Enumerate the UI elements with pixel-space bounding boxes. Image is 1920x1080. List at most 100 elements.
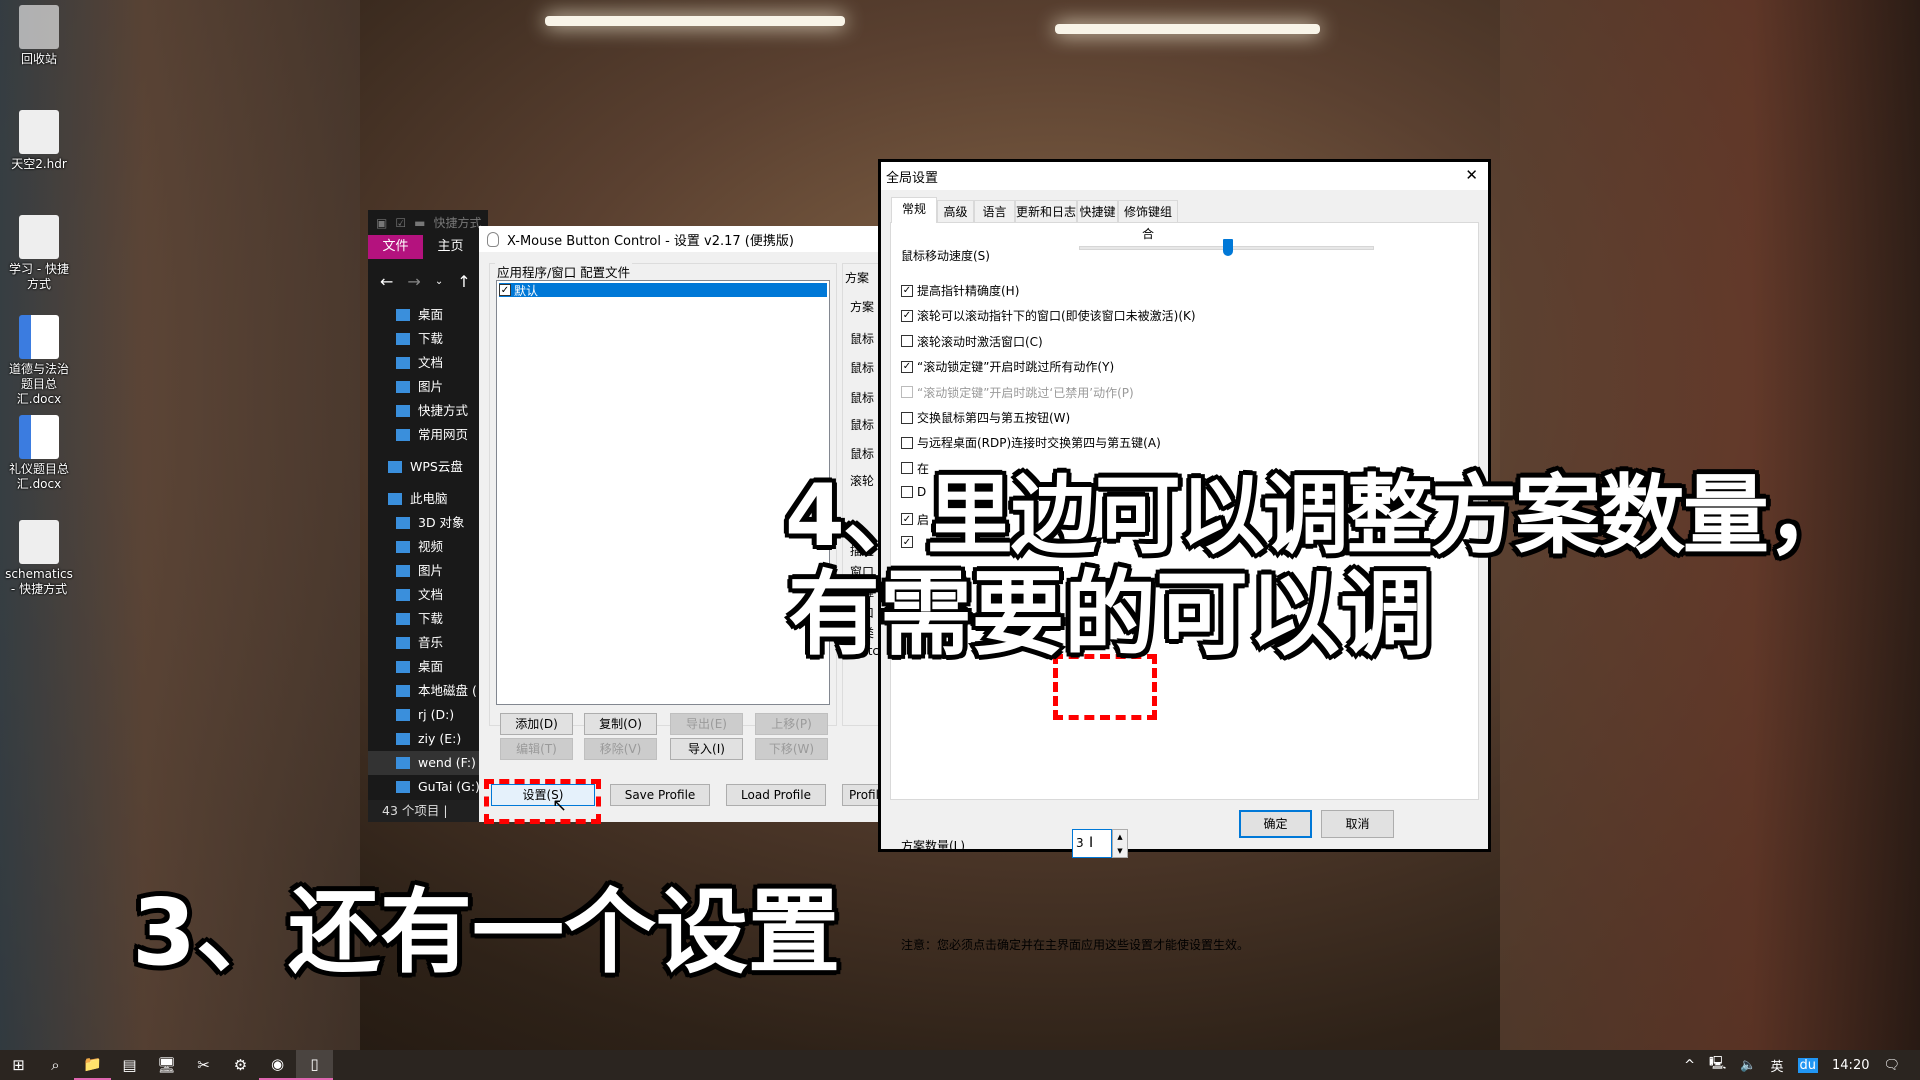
profile-action-button[interactable]: 导入(I) <box>670 738 743 760</box>
layers-count-spinner[interactable]: ▲ ▼ <box>1112 829 1128 858</box>
nav-item[interactable]: 文档 <box>368 583 488 607</box>
profile-action-button[interactable]: 导出(E) <box>670 713 743 735</box>
nav-item[interactable]: wend (F:) <box>368 751 488 775</box>
profile-action-button[interactable]: 添加(D) <box>500 713 573 735</box>
option-checkbox[interactable]: ✓ 提高指针精确度(H) <box>901 282 1019 299</box>
mouse-app-icon <box>487 231 499 247</box>
checkbox[interactable]: ✓ <box>901 360 913 373</box>
nav-item[interactable]: 快捷方式 <box>368 399 488 423</box>
network-icon[interactable]: 🖳 <box>1709 1054 1726 1076</box>
forward-arrow-icon[interactable]: → <box>407 272 420 291</box>
spin-down-icon[interactable]: ▼ <box>1113 844 1127 858</box>
checkbox[interactable] <box>901 335 913 348</box>
profile-checkbox[interactable]: ✓ <box>499 284 511 296</box>
ok-button[interactable]: 确定 <box>1239 810 1312 838</box>
desktop-icon[interactable]: 道德与法治题目总汇.docx <box>4 315 74 407</box>
highlight-box-settings <box>484 779 601 824</box>
nav-item[interactable]: 本地磁盘 ( <box>368 679 488 703</box>
option-checkbox[interactable]: 交换鼠标第四与第五按钮(W) <box>901 409 1070 426</box>
load-profile-button[interactable]: Load Profile <box>726 784 826 806</box>
layer-panel-label: 方案 <box>850 300 875 314</box>
cancel-button[interactable]: 取消 <box>1321 810 1394 838</box>
windows-start-icon[interactable]: ⊞ <box>0 1050 37 1080</box>
nav-item[interactable]: 常用网页 <box>368 423 488 447</box>
nav-item[interactable]: 视频 <box>368 535 488 559</box>
option-checkbox[interactable]: ✓ “滚动锁定键”开启时跳过所有动作(Y) <box>901 358 1114 375</box>
ribbon-tab-file[interactable]: 文件 <box>368 235 423 259</box>
snipping-tool-icon[interactable]: ✂ <box>185 1050 222 1080</box>
file-explorer-icon[interactable]: 📁 <box>74 1050 111 1080</box>
nav-item-label: 图片 <box>418 563 444 578</box>
ceiling-lamp <box>1055 24 1320 34</box>
desktop-icon[interactable]: 礼仪题目总汇.docx <box>4 415 74 492</box>
desktop-icon[interactable]: 学习 - 快捷方式 <box>4 215 74 292</box>
option-checkbox[interactable]: 滚轮滚动时激活窗口(C) <box>901 333 1043 350</box>
hdr-file-icon <box>19 110 59 154</box>
chevron-down-icon[interactable]: ⌄ <box>435 276 443 287</box>
folder-shortcut-icon <box>19 520 59 564</box>
notification-icon[interactable]: 🗨 <box>1883 1058 1900 1073</box>
tab-4[interactable]: 快捷键 <box>1077 200 1118 222</box>
save-profile-button[interactable]: Save Profile <box>610 784 710 806</box>
nav-item[interactable]: 文档 <box>368 351 488 375</box>
desktop-icon[interactable]: schematics - 快捷方式 <box>4 520 74 597</box>
nav-item[interactable]: 图片 <box>368 559 488 583</box>
nav-item[interactable]: WPS云盘 <box>368 455 488 479</box>
tab-2[interactable]: 语言 <box>974 200 1015 222</box>
nav-item[interactable]: 桌面 <box>368 655 488 679</box>
nav-item[interactable]: 桌面 <box>368 303 488 327</box>
properties-icon[interactable]: ☑ <box>395 216 406 230</box>
desktop-icon[interactable]: 天空2.hdr <box>4 110 74 172</box>
back-arrow-icon[interactable]: ← <box>380 272 393 291</box>
option-checkbox[interactable]: ✓ 滚轮可以滚动指针下的窗口(即使该窗口未被激活)(K) <box>901 307 1196 324</box>
tab-3[interactable]: 更新和日志 <box>1015 200 1077 222</box>
desktop-icon-label: 学习 - 快捷方式 <box>9 262 69 291</box>
tab-1[interactable]: 高级 <box>937 200 974 222</box>
profile-action-button[interactable]: 下移(W) <box>755 738 828 760</box>
profile-row-default[interactable]: ✓ 默认 <box>499 283 827 298</box>
remote-desktop-icon[interactable]: 🖥 <box>148 1050 185 1080</box>
folder-icon[interactable]: ▬ <box>414 216 425 230</box>
nav-item[interactable]: 下载 <box>368 327 488 351</box>
mouse-speed-slider[interactable] <box>1079 239 1374 256</box>
profile-action-button[interactable]: 编辑(T) <box>500 738 573 760</box>
xmouse-icon[interactable]: ▯ <box>296 1050 333 1080</box>
nav-item[interactable]: 下载 <box>368 607 488 631</box>
checkbox-label: 提高指针精确度(H) <box>917 284 1020 298</box>
control-panel-icon[interactable]: ▤ <box>111 1050 148 1080</box>
desktop-icon[interactable]: 回收站 <box>4 5 74 67</box>
browser-icon[interactable]: ◉ <box>259 1050 296 1080</box>
nav-item[interactable]: ziy (E:) <box>368 727 488 751</box>
nav-item[interactable]: 音乐 <box>368 631 488 655</box>
spin-up-icon[interactable]: ▲ <box>1113 830 1127 844</box>
checkbox[interactable]: ✓ <box>901 284 913 297</box>
nav-item[interactable]: 图片 <box>368 375 488 399</box>
layer-panel-label: 鼠标 <box>850 391 875 405</box>
close-icon[interactable]: ✕ <box>1465 166 1478 184</box>
volume-icon[interactable]: 🔈 <box>1740 1058 1756 1073</box>
shortcut-icon[interactable]: ▣ <box>376 216 387 230</box>
checkbox[interactable]: ✓ <box>901 309 913 322</box>
settings-gear-icon[interactable]: ⚙ <box>222 1050 259 1080</box>
profile-action-button[interactable]: 上移(P) <box>755 713 828 735</box>
ime-indicator[interactable]: 英 <box>1771 1056 1784 1075</box>
nav-item[interactable]: rj (D:) <box>368 703 488 727</box>
ribbon-tab-home[interactable]: 主页 <box>423 235 478 259</box>
profile-action-button[interactable]: 复制(O) <box>584 713 657 735</box>
search-icon[interactable]: ⌕ <box>37 1050 74 1080</box>
nav-item[interactable]: 3D 对象 <box>368 511 488 535</box>
slider-thumb[interactable] <box>1222 239 1233 256</box>
up-arrow-icon[interactable]: ↑ <box>457 272 470 291</box>
tab-0[interactable]: 常规 <box>891 197 937 223</box>
checkbox[interactable] <box>901 411 913 424</box>
baidu-ime-icon[interactable]: du <box>1797 1057 1819 1073</box>
clock[interactable]: 14:20 <box>1832 1058 1869 1073</box>
profile-list[interactable]: ✓ 默认 <box>496 280 830 705</box>
checkbox[interactable] <box>901 386 913 399</box>
nav-item[interactable]: GuTai (G:) <box>368 775 488 799</box>
nav-item[interactable]: 此电脑 <box>368 487 488 511</box>
chevron-up-icon[interactable]: ^ <box>1684 1058 1695 1073</box>
profile-action-button[interactable]: 移除(V) <box>584 738 657 760</box>
tab-5[interactable]: 修饰键组合 <box>1118 200 1178 241</box>
option-checkbox[interactable]: “滚动锁定键”开启时跳过‘已禁用’动作(P) <box>901 384 1134 401</box>
